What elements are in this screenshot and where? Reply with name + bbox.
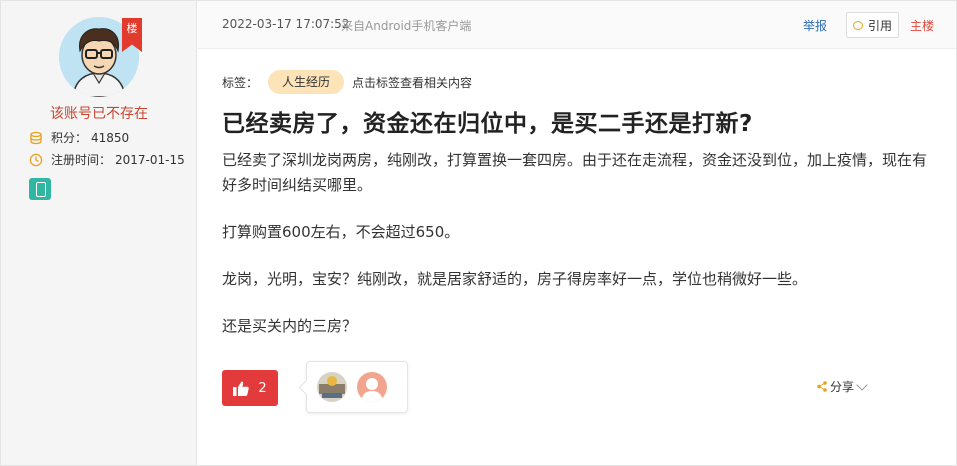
share-icon — [817, 381, 827, 392]
clock-icon — [29, 153, 43, 166]
share-label: 分享 — [830, 380, 855, 394]
register-time-value: 2017-01-15 — [115, 152, 185, 167]
post-paragraph: 龙岗，光明，宝安？纯刚改，就是居家舒适的，房子得房率好一点，学位也稍微好一些。 — [222, 270, 808, 288]
tag-label: 标签： — [222, 75, 259, 90]
register-time-label: 注册时间： — [51, 153, 112, 167]
tag-hint: 点击标签查看相关内容 — [352, 75, 473, 90]
liker-avatar[interactable] — [357, 372, 387, 402]
points-label: 积分： — [51, 131, 88, 145]
likers-popover — [306, 361, 408, 413]
main-floor-label[interactable]: 主楼 — [910, 17, 934, 34]
username[interactable]: 该账号已不存在 — [1, 103, 197, 123]
liker-avatar-image — [317, 372, 347, 402]
tag-pill[interactable]: 人生经历 — [268, 70, 345, 94]
post-title: 已经卖房了，资金还在归位中，是买二手还是打新? — [222, 111, 753, 137]
points-row: 积分： 41850 — [29, 129, 129, 146]
chevron-down-icon — [856, 378, 868, 391]
report-link[interactable]: 举报 — [803, 17, 827, 34]
quote-label: 引用 — [867, 18, 892, 33]
post-main: 2022-03-17 17:07:52 来自Android手机客户端 举报 引用… — [198, 1, 956, 465]
post-timestamp: 2022-03-17 17:07:52 — [222, 17, 350, 31]
post-source: 来自Android手机客户端 — [341, 19, 472, 33]
mobile-phone-icon[interactable] — [29, 178, 51, 200]
points-value: 41850 — [91, 130, 130, 145]
post-paragraph: 还是买关内的三房？ — [222, 317, 358, 335]
coins-icon — [30, 131, 42, 144]
post-body: 已经卖了深圳龙岗两房，纯刚改，打算置换一套四房。由于还在走流程，资金还没到位，加… — [222, 148, 932, 361]
like-button[interactable]: 2 — [222, 370, 278, 406]
post-paragraph: 打算购置600左右，不会超过650。 — [222, 223, 460, 241]
share-button[interactable]: 分享 — [817, 378, 868, 395]
register-time-row: 注册时间： 2017-01-15 — [29, 151, 185, 168]
quote-icon — [852, 20, 863, 30]
tags-row: 标签： 人生经历 点击标签查看相关内容 — [222, 70, 472, 94]
thumbs-up-icon — [233, 381, 250, 396]
post-paragraph: 已经卖了深圳龙岗两房，纯刚改，打算置换一套四房。由于还在走流程，资金还没到位，加… — [222, 151, 928, 194]
author-sidebar: 楼 该账号已不存在 积分： 41850 注册时间： 2017-01-15 — [1, 1, 197, 465]
liker-avatar[interactable] — [317, 372, 347, 402]
default-user-avatar — [357, 372, 387, 402]
post-header-bar: 2022-03-17 17:07:52 来自Android手机客户端 举报 引用… — [198, 1, 956, 49]
post-card: 楼 该账号已不存在 积分： 41850 注册时间： 2017-01-15 202… — [0, 0, 957, 466]
author-avatar-container[interactable]: 楼 — [59, 17, 142, 99]
quote-button[interactable]: 引用 — [846, 12, 899, 38]
like-count: 2 — [258, 380, 267, 396]
